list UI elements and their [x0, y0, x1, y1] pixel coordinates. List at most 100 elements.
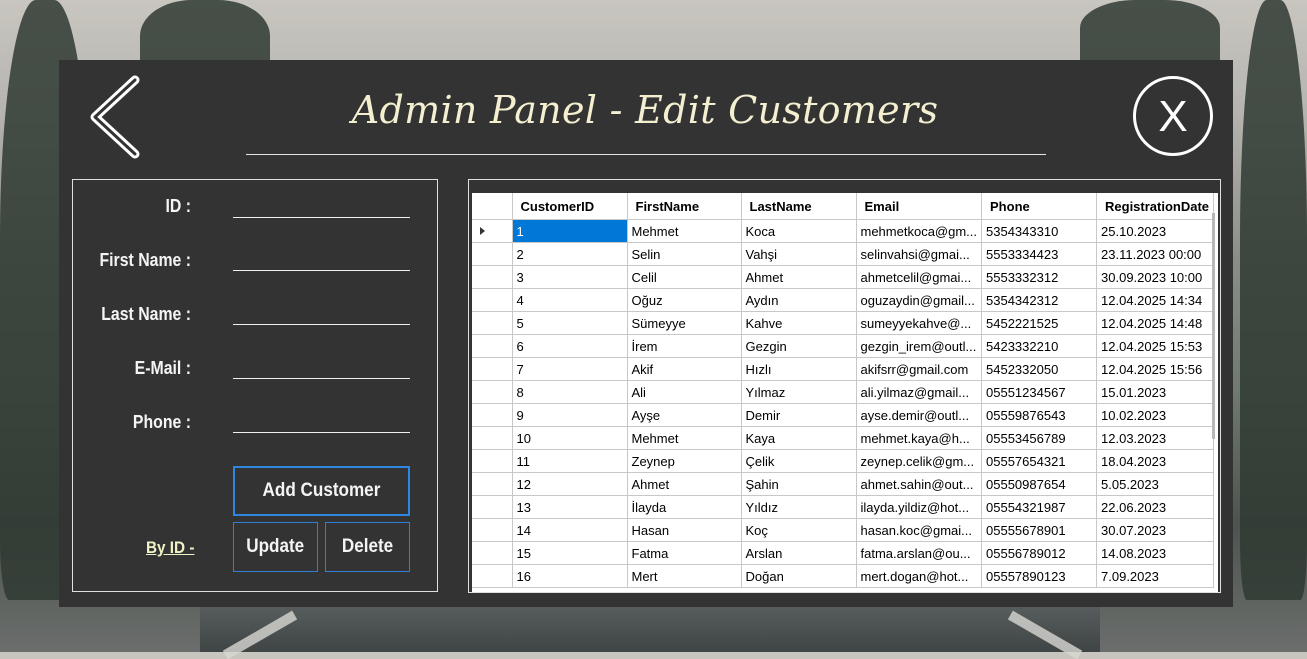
table-row[interactable]: 2 Selin Vahşi selinvahsi@gmai... 5553334423 2…	[472, 242, 1215, 266]
row-header[interactable]	[472, 311, 513, 335]
table-cell[interactable]: 05550987654	[981, 472, 1098, 496]
table-row[interactable]: 16 Mert Doğan mert.dogan@hot... 05557890123 7…	[472, 564, 1215, 588]
table-cell[interactable]: Koca	[741, 219, 857, 243]
column-header[interactable]: Email	[856, 193, 983, 220]
table-cell[interactable]: ayse.demir@outl...	[856, 403, 983, 427]
table-cell[interactable]: Sümeyye	[627, 311, 742, 335]
table-cell[interactable]: 5.05.2023	[1096, 472, 1215, 496]
table-cell[interactable]: 16	[512, 564, 628, 588]
table-cell[interactable]: 12.04.2025 14:48	[1096, 311, 1215, 335]
table-cell[interactable]: İlayda	[627, 495, 742, 519]
column-header[interactable]: CustomerID	[512, 193, 628, 220]
table-cell[interactable]: Koç	[741, 518, 857, 542]
table-cell[interactable]: 5553334423	[981, 242, 1098, 266]
column-header[interactable]: FirstName	[627, 193, 742, 220]
id-input[interactable]	[233, 194, 410, 218]
add-customer-button[interactable]: Add Customer	[233, 466, 410, 516]
table-cell[interactable]: 1	[512, 219, 628, 243]
table-cell[interactable]: Gezgin	[741, 334, 857, 358]
table-cell[interactable]: 9	[512, 403, 628, 427]
table-cell[interactable]: 23.11.2023 00:00	[1096, 242, 1215, 266]
table-cell[interactable]: 14.08.2023	[1096, 541, 1215, 565]
table-cell[interactable]: 5	[512, 311, 628, 335]
table-cell[interactable]: 11	[512, 449, 628, 473]
row-header[interactable]	[472, 380, 513, 404]
table-cell[interactable]: Hızlı	[741, 357, 857, 381]
table-cell[interactable]: 8	[512, 380, 628, 404]
table-cell[interactable]: Ahmet	[627, 472, 742, 496]
table-cell[interactable]: Aydın	[741, 288, 857, 312]
table-cell[interactable]: 05556789012	[981, 541, 1098, 565]
table-cell[interactable]: Akif	[627, 357, 742, 381]
table-cell[interactable]: Mert	[627, 564, 742, 588]
table-cell[interactable]: ahmet.sahin@out...	[856, 472, 983, 496]
table-cell[interactable]: 3	[512, 265, 628, 289]
table-cell[interactable]: Vahşi	[741, 242, 857, 266]
table-cell[interactable]: 15	[512, 541, 628, 565]
row-header[interactable]	[472, 334, 513, 358]
table-cell[interactable]: 5553332312	[981, 265, 1098, 289]
table-cell[interactable]: 12.04.2025 15:56	[1096, 357, 1215, 381]
table-cell[interactable]: 30.09.2023 10:00	[1096, 265, 1215, 289]
table-cell[interactable]: 25.10.2023	[1096, 219, 1215, 243]
table-cell[interactable]: Çelik	[741, 449, 857, 473]
table-cell[interactable]: 05551234567	[981, 380, 1098, 404]
table-cell[interactable]: ahmetcelil@gmai...	[856, 265, 983, 289]
table-row[interactable]: 5 Sümeyye Kahve sumeyyekahve@... 5452221525 1…	[472, 311, 1215, 335]
table-cell[interactable]: 05557654321	[981, 449, 1098, 473]
table-cell[interactable]: Kaya	[741, 426, 857, 450]
by-id-link[interactable]: By ID -	[146, 538, 194, 558]
table-cell[interactable]: 10.02.2023	[1096, 403, 1215, 427]
table-cell[interactable]: ilayda.yildiz@hot...	[856, 495, 983, 519]
table-cell[interactable]: mehmetkoca@gm...	[856, 219, 983, 243]
table-cell[interactable]: 5423332210	[981, 334, 1098, 358]
table-cell[interactable]: 5452221525	[981, 311, 1098, 335]
row-header[interactable]	[472, 219, 513, 243]
table-cell[interactable]: 6	[512, 334, 628, 358]
table-cell[interactable]: 10	[512, 426, 628, 450]
table-cell[interactable]: 22.06.2023	[1096, 495, 1215, 519]
table-row[interactable]: 8 Ali Yılmaz ali.yilmaz@gmail... 05551234567…	[472, 380, 1215, 404]
table-cell[interactable]: selinvahsi@gmai...	[856, 242, 983, 266]
table-cell[interactable]: 05555678901	[981, 518, 1098, 542]
table-cell[interactable]: akifsrr@gmail.com	[856, 357, 983, 381]
table-cell[interactable]: 7.09.2023	[1096, 564, 1215, 588]
table-cell[interactable]: mert.dogan@hot...	[856, 564, 983, 588]
table-cell[interactable]: 18.04.2023	[1096, 449, 1215, 473]
table-cell[interactable]: Fatma	[627, 541, 742, 565]
table-cell[interactable]: 12.04.2025 14:34	[1096, 288, 1215, 312]
table-cell[interactable]: Celil	[627, 265, 742, 289]
table-cell[interactable]: Kahve	[741, 311, 857, 335]
table-cell[interactable]: gezgin_irem@outl...	[856, 334, 983, 358]
table-row[interactable]: 6 İrem Gezgin gezgin_irem@outl... 5423332210…	[472, 334, 1215, 358]
table-row[interactable]: 9 Ayşe Demir ayse.demir@outl... 05559876543 1…	[472, 403, 1215, 427]
row-header[interactable]	[472, 357, 513, 381]
row-header[interactable]	[472, 449, 513, 473]
table-row[interactable]: 11 Zeynep Çelik zeynep.celik@gm... 055576543…	[472, 449, 1215, 473]
table-cell[interactable]: 14	[512, 518, 628, 542]
table-cell[interactable]: 5354343310	[981, 219, 1098, 243]
row-header[interactable]	[472, 265, 513, 289]
table-row[interactable]: 10 Mehmet Kaya mehmet.kaya@h... 05553456789 1…	[472, 426, 1215, 450]
row-header[interactable]	[472, 564, 513, 588]
table-cell[interactable]: 05557890123	[981, 564, 1098, 588]
table-cell[interactable]: Yılmaz	[741, 380, 857, 404]
update-button[interactable]: Update	[233, 522, 318, 572]
column-header[interactable]: Phone	[981, 193, 1098, 220]
table-cell[interactable]: Doğan	[741, 564, 857, 588]
table-cell[interactable]: Oğuz	[627, 288, 742, 312]
table-cell[interactable]: 05554321987	[981, 495, 1098, 519]
customers-data-grid[interactable]: CustomerID FirstName LastName Email Phon…	[472, 193, 1218, 592]
table-cell[interactable]: zeynep.celik@gm...	[856, 449, 983, 473]
table-cell[interactable]: İrem	[627, 334, 742, 358]
table-cell[interactable]: Mehmet	[627, 219, 742, 243]
row-header[interactable]	[472, 541, 513, 565]
table-cell[interactable]: Selin	[627, 242, 742, 266]
table-row[interactable]: 15 Fatma Arslan fatma.arslan@ou... 055567890…	[472, 541, 1215, 565]
table-row[interactable]: 14 Hasan Koç hasan.koc@gmai... 05555678901 30…	[472, 518, 1215, 542]
phone-input[interactable]	[233, 409, 410, 433]
row-header[interactable]	[472, 426, 513, 450]
table-cell[interactable]: 5354342312	[981, 288, 1098, 312]
table-cell[interactable]: mehmet.kaya@h...	[856, 426, 983, 450]
table-cell[interactable]: 7	[512, 357, 628, 381]
